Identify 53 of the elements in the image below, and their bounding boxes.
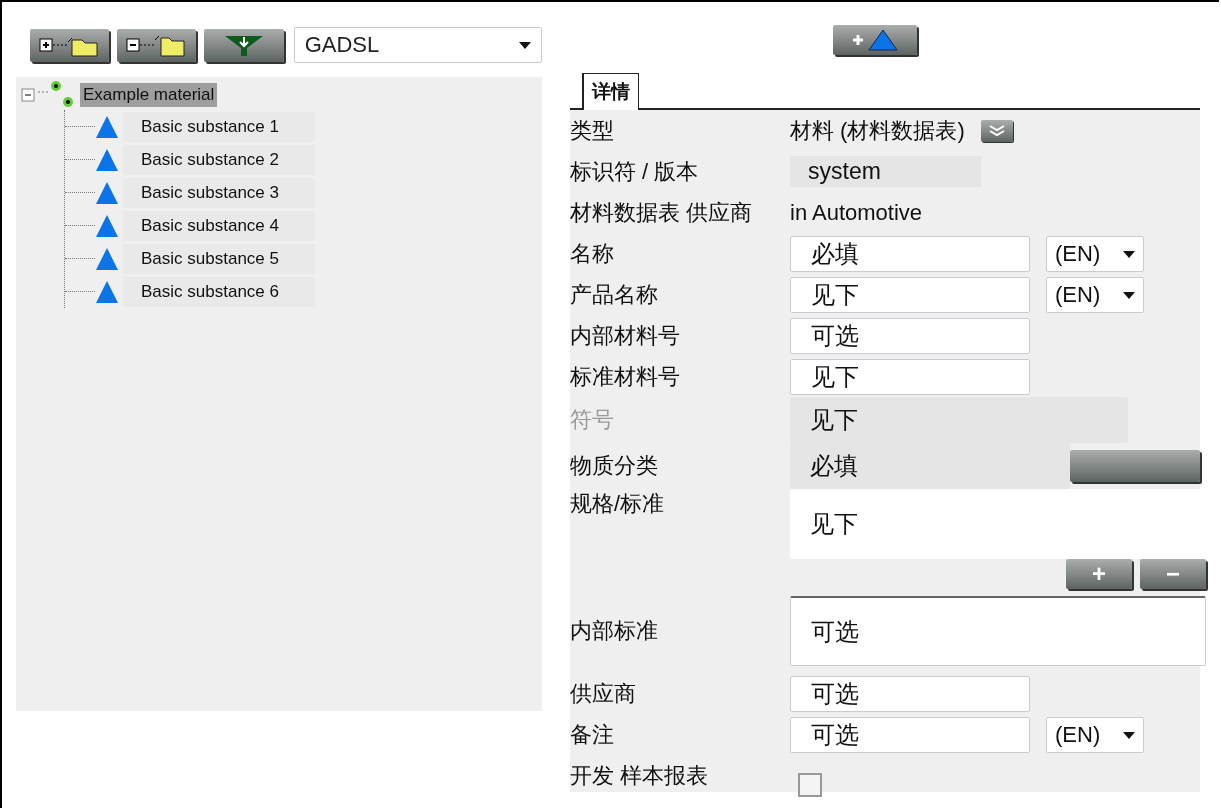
remove-button[interactable]: − (1140, 559, 1206, 589)
field-label: 标识符 / 版本 (570, 157, 700, 186)
field-label: 内部材料号 (570, 321, 681, 350)
tree-item[interactable]: Basic substance 1 (123, 111, 315, 142)
note-field[interactable]: 必填 (790, 235, 1030, 272)
field-label: 物质分类 (570, 452, 659, 480)
field-value: in Automotive (790, 199, 923, 226)
triangle-icon (95, 114, 119, 139)
field-label: 符号 (570, 406, 615, 434)
field-label: 备注 (570, 720, 615, 749)
language-dropdown[interactable]: (EN) (1046, 716, 1144, 753)
field-label: 类型 (570, 116, 615, 145)
language-dropdown[interactable]: (EN) (1046, 276, 1144, 313)
tree-item[interactable]: Example material (80, 83, 218, 107)
note-label: system (790, 156, 981, 187)
field-label: 材料数据表 供应商 (570, 198, 754, 227)
note-field[interactable]: 可选 (790, 675, 1030, 712)
field-label: 开发 样本报表 (570, 762, 710, 790)
field-label: 标准材料号 (570, 362, 681, 391)
add-substance-button[interactable] (833, 25, 917, 55)
field-label: 供应商 (570, 679, 637, 708)
triangle-icon (95, 147, 119, 172)
collapse-toggle-icon[interactable] (20, 87, 36, 103)
filter-dropdown[interactable]: GADSL (293, 27, 542, 63)
field-value: 材料 (材料数据表) (790, 116, 965, 145)
tree-item[interactable]: Basic substance 4 (123, 210, 315, 241)
language-dropdown[interactable]: (EN) (1046, 235, 1144, 272)
note-field[interactable]: 必填 (790, 443, 1070, 489)
tree-item[interactable]: Basic substance 5 (123, 243, 315, 274)
collapse-all-button[interactable] (117, 28, 197, 62)
tree-item[interactable]: Basic substance 3 (123, 177, 315, 208)
note-field[interactable]: 可选 (790, 317, 1030, 354)
triangle-icon (95, 279, 119, 304)
tree-item[interactable]: Basic substance 2 (123, 144, 315, 175)
note-field[interactable]: 可选 (790, 716, 1030, 753)
tree-item[interactable]: Basic substance 6 (123, 276, 315, 307)
note-field[interactable]: 可选 (790, 596, 1206, 666)
triangle-icon (95, 180, 119, 205)
field-label: 规格/标准 (570, 490, 666, 518)
filter-button[interactable] (204, 28, 284, 62)
field-label: 产品名称 (570, 280, 659, 309)
add-button[interactable]: + (1066, 559, 1132, 589)
checkbox[interactable] (798, 773, 822, 797)
expand-all-button[interactable] (30, 28, 110, 62)
note-field[interactable]: 见下 (790, 358, 1030, 395)
find-button[interactable] (1070, 450, 1200, 482)
expand-button[interactable] (980, 119, 1013, 142)
note-field[interactable]: 见下 (790, 276, 1030, 313)
triangle-icon (95, 246, 119, 271)
field-label: 名称 (570, 239, 615, 268)
triangle-icon (95, 213, 119, 238)
field-label: 内部标准 (570, 617, 659, 645)
tab[interactable]: 详情 (582, 73, 639, 110)
